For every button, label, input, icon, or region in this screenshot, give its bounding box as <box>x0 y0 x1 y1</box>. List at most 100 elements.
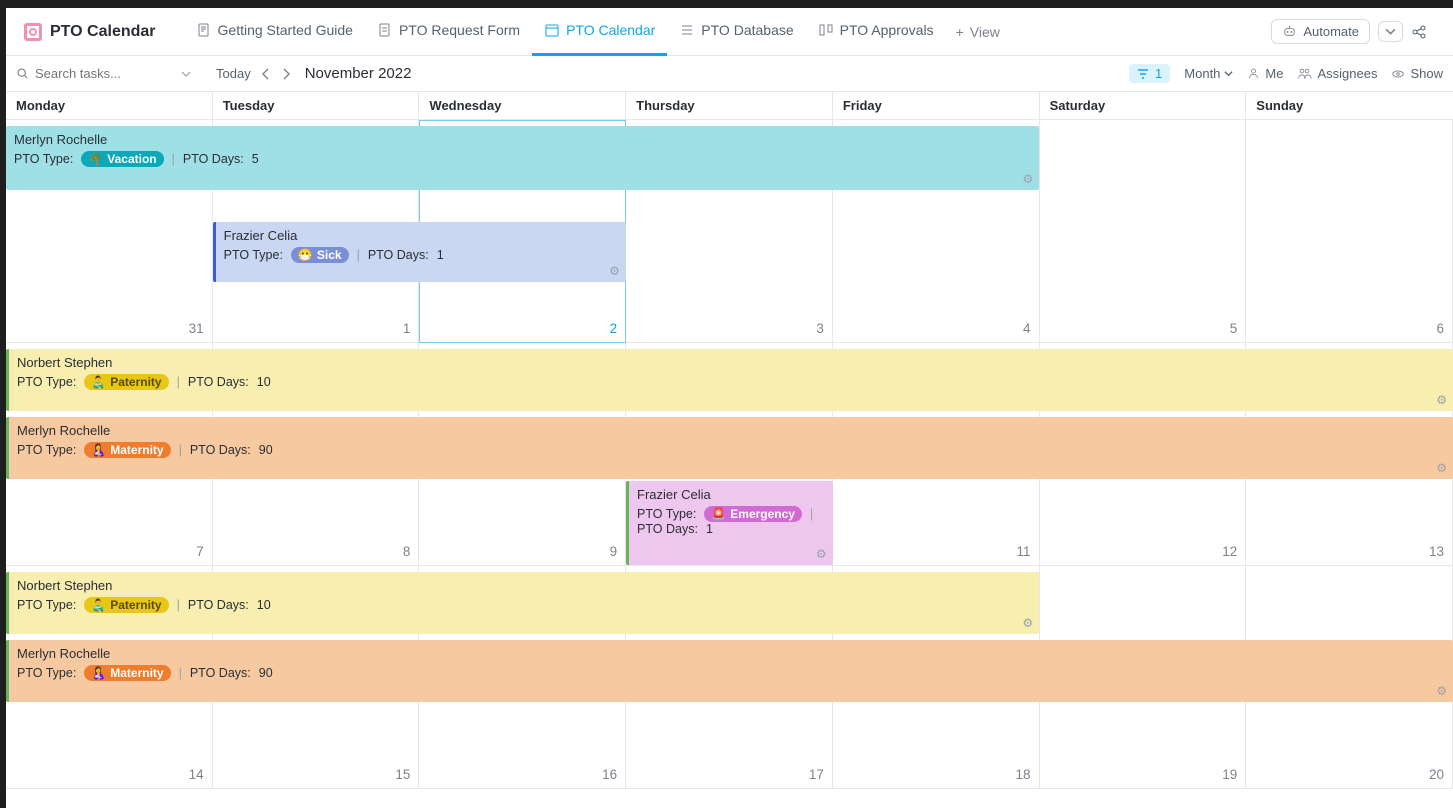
pto-days-label: PTO Days: <box>183 152 244 166</box>
event-vacation[interactable]: Merlyn Rochelle PTO Type: 🌴Vacation | PT… <box>6 126 1039 190</box>
month-label: November 2022 <box>305 65 412 82</box>
gear-icon[interactable]: ⚙ <box>1436 461 1447 475</box>
event-maternity[interactable]: Merlyn Rochelle PTO Type: 🤱Maternity | P… <box>6 640 1453 702</box>
automate-dropdown-button[interactable] <box>1378 21 1403 42</box>
search-input[interactable] <box>35 66 175 81</box>
event-paternity[interactable]: Norbert Stephen PTO Type: 👨‍🍼Paternity |… <box>6 572 1039 634</box>
plus-icon: + <box>956 24 964 40</box>
pto-days-value: 10 <box>257 598 271 612</box>
day-number: 2 <box>610 321 618 336</box>
type-badge-paternity: 👨‍🍼Paternity <box>84 597 168 613</box>
pto-days-value: 5 <box>252 152 259 166</box>
event-name: Merlyn Rochelle <box>17 423 1445 438</box>
tab-pto-approvals[interactable]: PTO Approvals <box>806 8 946 56</box>
day-number: 4 <box>1023 321 1031 336</box>
filter-count: 1 <box>1155 66 1162 81</box>
event-name: Norbert Stephen <box>17 578 1031 593</box>
event-maternity[interactable]: Merlyn Rochelle PTO Type: 🤱Maternity | P… <box>6 417 1453 479</box>
day-header: Sunday <box>1246 92 1453 119</box>
day-cell[interactable]: 6 <box>1246 120 1453 343</box>
list-view-icon <box>679 22 695 38</box>
day-header: Saturday <box>1040 92 1247 119</box>
type-badge-vacation: 🌴Vacation <box>81 151 163 167</box>
type-badge-maternity: 🤱Maternity <box>84 665 170 681</box>
tabbar: PTO Calendar Getting Started Guide PTO R… <box>6 8 1453 56</box>
me-filter-button[interactable]: Me <box>1247 66 1283 81</box>
share-button[interactable] <box>1411 24 1439 40</box>
calendar-toolbar: Today November 2022 1 Month <box>6 56 1453 92</box>
gear-icon[interactable]: ⚙ <box>1436 393 1447 407</box>
type-badge-maternity: 🤱Maternity <box>84 442 170 458</box>
robot-icon <box>1282 24 1297 39</box>
search-field[interactable] <box>16 66 206 81</box>
filter-button[interactable]: 1 <box>1129 64 1170 83</box>
day-number: 8 <box>403 544 411 559</box>
type-badge-emergency: 🚨Emergency <box>704 506 802 522</box>
calendar-area: 31 1 2 3 4 5 6 7 8 9 10 11 12 13 14 15 1… <box>6 120 1453 789</box>
day-number: 7 <box>196 544 204 559</box>
day-number: 14 <box>189 767 204 782</box>
event-emergency[interactable]: Frazier Celia PTO Type: 🚨Emergency | PTO… <box>626 481 833 565</box>
day-number: 9 <box>610 544 618 559</box>
day-number: 20 <box>1429 767 1444 782</box>
pto-type-label: PTO Type: <box>224 248 283 262</box>
chevron-down-icon[interactable] <box>181 69 191 79</box>
day-header: Tuesday <box>213 92 420 119</box>
add-view-label: View <box>970 24 1000 40</box>
gear-icon[interactable]: ⚙ <box>1022 172 1033 186</box>
tab-pto-database[interactable]: PTO Database <box>667 8 805 56</box>
event-sick[interactable]: Frazier Celia PTO Type: 😷Sick | PTO Days… <box>213 222 626 282</box>
add-view-button[interactable]: + View <box>946 8 1010 56</box>
prev-button[interactable] <box>261 68 271 80</box>
gear-icon[interactable]: ⚙ <box>816 547 827 561</box>
day-cell[interactable]: 5 <box>1040 120 1247 343</box>
automate-button[interactable]: Automate <box>1271 19 1370 44</box>
day-number: 13 <box>1429 544 1444 559</box>
show-button[interactable]: Show <box>1391 66 1443 81</box>
day-number: 19 <box>1222 767 1237 782</box>
day-header: Monday <box>6 92 213 119</box>
day-number: 1 <box>403 321 411 336</box>
tab-label: PTO Request Form <box>399 22 520 38</box>
filter-icon <box>1137 68 1149 80</box>
day-number: 6 <box>1436 321 1444 336</box>
pto-days-label: PTO Days: <box>188 598 249 612</box>
type-badge-sick: 😷Sick <box>291 247 349 263</box>
assignees-button[interactable]: Assignees <box>1297 66 1377 81</box>
tab-label: PTO Calendar <box>566 22 655 38</box>
next-button[interactable] <box>281 68 291 80</box>
tab-label: Getting Started Guide <box>218 22 353 38</box>
today-button[interactable]: Today <box>216 66 251 81</box>
tab-getting-started[interactable]: Getting Started Guide <box>184 8 365 56</box>
view-range-selector[interactable]: Month <box>1184 66 1233 81</box>
day-header-row: Monday Tuesday Wednesday Thursday Friday… <box>6 92 1453 120</box>
pto-days-label: PTO Days: <box>188 375 249 389</box>
tab-right: Automate <box>1267 19 1443 44</box>
gear-icon[interactable]: ⚙ <box>1436 684 1447 698</box>
pto-type-label: PTO Type: <box>17 375 76 389</box>
tab-label: PTO Database <box>701 22 793 38</box>
gear-icon[interactable]: ⚙ <box>1022 616 1033 630</box>
day-number: 3 <box>816 321 824 336</box>
pto-days-value: 90 <box>259 443 273 457</box>
event-paternity[interactable]: Norbert Stephen PTO Type: 👨‍🍼Paternity |… <box>6 349 1453 411</box>
tab-pto-request-form[interactable]: PTO Request Form <box>365 8 532 56</box>
tab-label: PTO Approvals <box>840 22 934 38</box>
day-number: 12 <box>1222 544 1237 559</box>
day-header: Friday <box>833 92 1040 119</box>
pto-type-label: PTO Type: <box>637 507 696 521</box>
day-number: 31 <box>189 321 204 336</box>
event-name: Frazier Celia <box>637 487 825 502</box>
event-name: Merlyn Rochelle <box>14 132 1031 147</box>
tab-pto-calendar[interactable]: PTO Calendar <box>532 8 667 56</box>
automate-label: Automate <box>1303 24 1359 39</box>
event-name: Norbert Stephen <box>17 355 1445 370</box>
view-title: PTO Calendar <box>16 23 164 41</box>
day-number: 15 <box>395 767 410 782</box>
pto-days-label: PTO Days: <box>637 522 698 536</box>
pto-days-value: 1 <box>437 248 444 262</box>
form-icon <box>377 22 393 38</box>
day-number: 18 <box>1016 767 1031 782</box>
show-label: Show <box>1410 66 1443 81</box>
gear-icon[interactable]: ⚙ <box>609 264 620 278</box>
